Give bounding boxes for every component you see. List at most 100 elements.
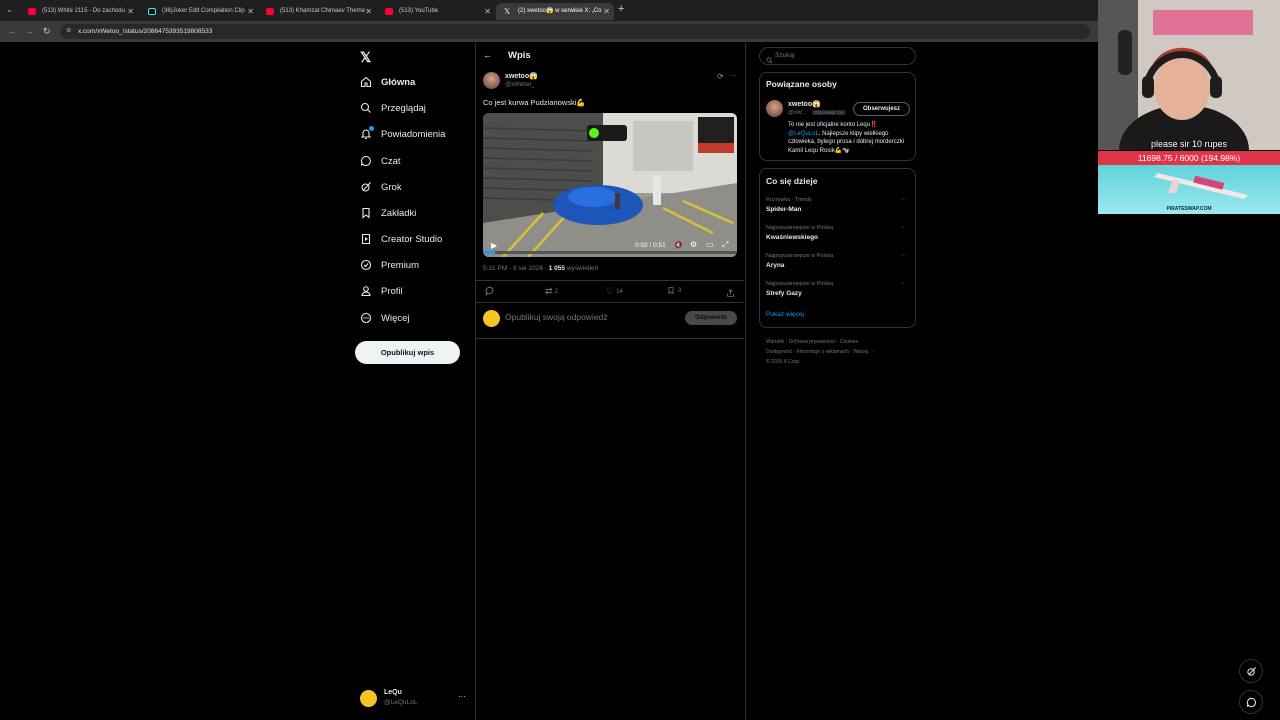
new-tab-icon[interactable]: +: [618, 3, 624, 15]
bio-text: To nie jest oficjalne konto Lequ‼️: [788, 122, 878, 128]
post-video[interactable]: ▶ 0:02 / 0:51 🔇 ⚙ ▭ ⤢: [483, 113, 737, 257]
trend-more-icon[interactable]: ···: [900, 196, 907, 203]
bookmark-action[interactable]: 3: [667, 286, 681, 295]
sidebar-item-grok[interactable]: Grok: [360, 178, 402, 196]
sidebar-item-chat[interactable]: Czat: [360, 152, 401, 170]
post-button[interactable]: Opublikuj wpis: [355, 341, 460, 364]
browser-tab-active[interactable]: 𝕏 (2) xwetoo😱 w serwisie X: „Co ✕: [496, 3, 614, 20]
settings-icon[interactable]: ⚙: [690, 240, 697, 249]
close-tab-icon[interactable]: ✕: [603, 3, 610, 20]
forward-arrow-icon[interactable]: →: [25, 26, 34, 36]
reload-icon[interactable]: ↻: [43, 26, 51, 37]
sniper-rifle-graphic: [1154, 173, 1248, 199]
footer-link-ads-info[interactable]: Informacje o reklamach: [797, 349, 849, 355]
trend-more-icon[interactable]: ···: [900, 224, 907, 231]
trend-more-icon[interactable]: ···: [900, 280, 907, 287]
trend-more-icon[interactable]: ···: [900, 252, 907, 259]
back-arrow-icon[interactable]: ←: [8, 26, 17, 36]
footer-link-accessibility[interactable]: Dostępność: [766, 349, 792, 355]
reply-action[interactable]: [485, 286, 495, 298]
address-bar[interactable]: ⚙ x.com/xWetoo_/status/20864753935198085…: [60, 24, 1090, 39]
close-tab-icon[interactable]: ✕: [484, 3, 491, 20]
avatar: [360, 690, 377, 707]
post-author-name[interactable]: xwetoo😱: [505, 72, 538, 80]
bio-mention[interactable]: @LeQuLoL: [788, 131, 819, 137]
post-timestamp[interactable]: 5:31 PM · 9 sie 2026 ·: [483, 265, 549, 272]
webcam-feed: [1098, 0, 1280, 150]
repost-icon: ⇄: [545, 286, 553, 296]
address-bar-url: x.com/xWetoo_/status/2086475393519808533: [78, 28, 213, 35]
trend-category: Najpopularniejsze w Polska: [766, 281, 834, 287]
browser-tab-title: (513) White 2115 - Do zachodu: [42, 8, 125, 14]
like-action[interactable]: ♡ 14: [606, 286, 623, 297]
browser-tab[interactable]: (513) White 2115 - Do zachodu ✕: [20, 3, 138, 20]
sidebar-item-more[interactable]: Więcej: [360, 309, 410, 327]
footer-link-more[interactable]: Więcej ···: [853, 349, 874, 355]
site-info-icon[interactable]: ⚙: [66, 24, 71, 39]
sidebar-item-label: Więcej: [381, 312, 410, 324]
post-author-handle[interactable]: @xWetoo_: [505, 82, 535, 88]
sidebar-item-creator-studio[interactable]: Creator Studio: [360, 230, 442, 248]
grok-icon: [360, 181, 372, 193]
reply-input[interactable]: Opublikuj swoją odpowiedź: [505, 312, 675, 324]
browser-tab[interactable]: (513) Khamzat Chimaev Theme ✕: [258, 3, 376, 20]
footer-copyright: © 2026 X Corp.: [766, 359, 801, 365]
repost-action[interactable]: ⇄ 2: [545, 286, 558, 297]
related-user-bio: To nie jest oficjalne konto Lequ‼️ @LeQu…: [788, 122, 905, 154]
x-logo-icon[interactable]: 𝕏: [360, 49, 371, 66]
chat-icon: [360, 155, 372, 167]
account-more-icon[interactable]: ···: [458, 692, 466, 701]
avatar[interactable]: [766, 100, 783, 117]
related-user-handle[interactable]: @xW...: [788, 110, 806, 116]
sidebar-item-label: Przeglądaj: [381, 102, 426, 114]
post-more-icon[interactable]: ···: [729, 71, 737, 80]
browser-tab-title: (2) xwetoo😱 w serwisie X: „Co: [518, 8, 602, 14]
creator-studio-icon: [360, 233, 372, 245]
share-action[interactable]: [726, 285, 735, 303]
grok-explain-icon[interactable]: ⟳: [717, 72, 724, 81]
tab-list-chevron-icon[interactable]: ⌄: [6, 5, 13, 14]
sidebar-item-profile[interactable]: Profil: [360, 282, 403, 300]
browser-tab-title: (513) Khamzat Chimaev Theme: [280, 8, 365, 14]
youtube-favicon-icon: [266, 8, 274, 15]
search-icon: [766, 51, 773, 69]
follow-button[interactable]: Obserwujesz: [853, 102, 910, 116]
bell-icon: [360, 126, 374, 140]
show-more-link[interactable]: Pokaż więcej: [766, 311, 804, 318]
reply-button[interactable]: Odpowiedz: [685, 311, 737, 325]
search-input[interactable]: Szukaj: [759, 47, 916, 65]
sidebar-item-home[interactable]: Główna: [360, 73, 415, 91]
footer-link-privacy[interactable]: Ochrona prywatności: [789, 339, 836, 345]
play-icon[interactable]: ▶: [491, 241, 497, 250]
reply-button-label: Odpowiedz: [695, 315, 727, 321]
picture-in-picture-icon[interactable]: ▭: [706, 240, 714, 249]
sidebar-item-label: Główna: [381, 76, 416, 88]
mute-icon[interactable]: 🔇: [674, 241, 683, 249]
footer-link-cookies[interactable]: Cookies: [840, 339, 858, 345]
trends-card: [759, 168, 916, 328]
browser-tab-bar: ⌄ (513) White 2115 - Do zachodu ✕ (36)Jo…: [0, 0, 1100, 21]
close-tab-icon[interactable]: ✕: [247, 3, 254, 20]
trend-category: Najpopularniejsze w Polska: [766, 225, 834, 231]
sidebar-item-premium[interactable]: Premium: [360, 256, 419, 274]
sponsor-text: PIRATESWAP.COM: [1166, 206, 1212, 212]
sidebar-item-label: Grok: [381, 181, 402, 193]
footer-links: Warunki · Ochrona prywatności · Cookies …: [766, 337, 916, 367]
account-switcher[interactable]: LeQu @LeQuLoL ···: [360, 688, 470, 710]
related-user-name[interactable]: xwetoo😱: [788, 100, 821, 108]
column-divider: [745, 43, 746, 720]
fullscreen-icon[interactable]: ⤢: [722, 240, 728, 250]
close-tab-icon[interactable]: ✕: [127, 3, 134, 20]
back-arrow-icon[interactable]: ←: [483, 50, 492, 60]
sidebar-item-label: Premium: [381, 259, 420, 271]
sidebar-item-bookmarks[interactable]: Zakładki: [360, 204, 416, 222]
browser-tab[interactable]: (513) YouTube ✕: [377, 3, 495, 20]
browser-tab[interactable]: (36)Joker Edit Compilation Clip ✕: [140, 3, 258, 20]
post-avatar[interactable]: [483, 72, 500, 89]
grok-floating-button[interactable]: [1239, 659, 1263, 683]
close-tab-icon[interactable]: ✕: [365, 3, 372, 20]
sidebar-item-explore[interactable]: Przeglądaj: [360, 99, 426, 117]
messages-floating-button[interactable]: [1239, 690, 1263, 714]
footer-link-terms[interactable]: Warunki: [766, 339, 784, 345]
sidebar-item-notifications[interactable]: Powiadomienia: [360, 125, 445, 143]
